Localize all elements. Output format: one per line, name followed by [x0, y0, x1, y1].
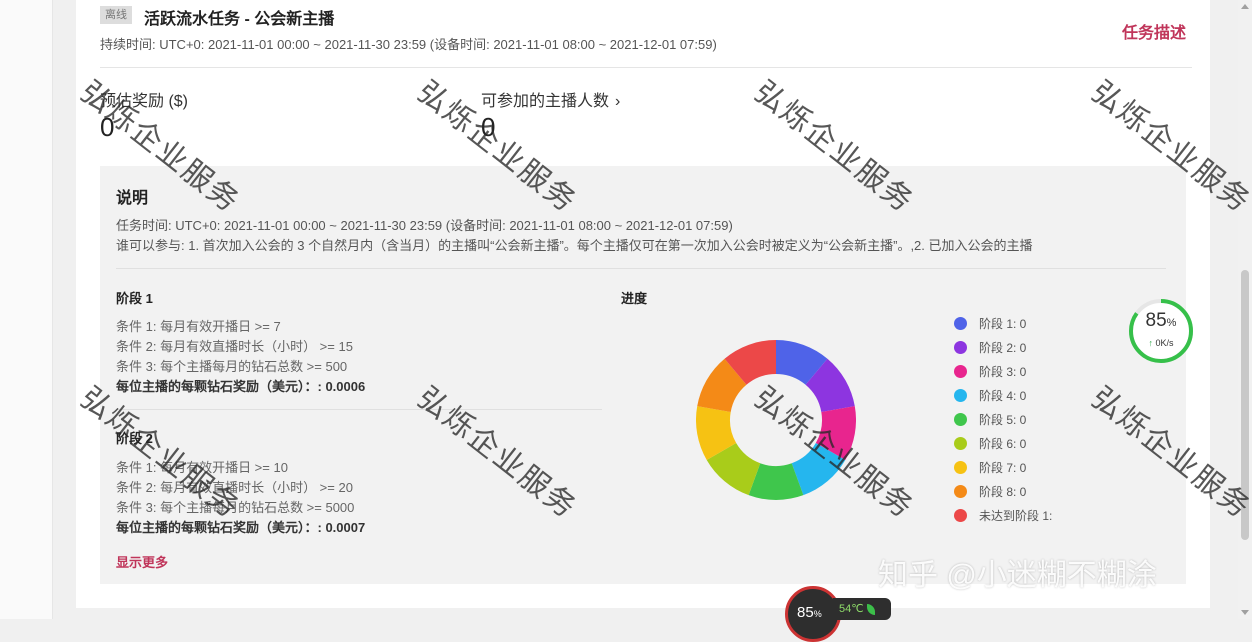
eligible-streamers-link[interactable]: 可参加的主播人数 › — [481, 87, 620, 111]
net-speed: ↑ 0K/s — [1148, 338, 1174, 348]
scroll-down-arrow-icon[interactable] — [1241, 610, 1249, 615]
legend-dot-icon — [954, 460, 967, 474]
stage-2-condition-2: 条件 2: 每月有效直播时长（小时） >= 20 — [116, 480, 353, 495]
legend-label: 阶段 7: 0 — [979, 460, 1027, 475]
task-title: 活跃流水任务 - 公会新主播 — [144, 11, 335, 28]
cpu-percent: 85% — [797, 604, 822, 621]
progress-donut-svg — [696, 340, 856, 500]
left-side-strip — [0, 0, 53, 619]
legend-label: 阶段 2: 0 — [979, 340, 1027, 355]
vertical-scrollbar[interactable] — [1238, 0, 1252, 619]
stage-1-title: 阶段 1 — [116, 291, 153, 306]
who-can-join-line: 谁可以参与: 1. 首次加入公会的 3 个自然月内（含当月）的主播叫“公会新主播… — [116, 238, 1033, 253]
scroll-thumb[interactable] — [1241, 270, 1249, 540]
legend-item: 阶段 5: 0 — [954, 411, 1026, 427]
legend-item: 阶段 2: 0 — [954, 339, 1026, 355]
stage-2-condition-1: 条件 1: 每月有效开播日 >= 10 — [116, 460, 288, 475]
legend-dot-icon — [954, 364, 967, 378]
panel-divider — [116, 268, 1166, 269]
legend-item: 阶段 7: 0 — [954, 459, 1026, 475]
progress-donut-chart — [696, 340, 856, 500]
eligible-streamers-value: 0 — [481, 112, 496, 142]
chevron-right-icon: › — [615, 93, 621, 110]
task-description-link[interactable]: 任务描述 — [1122, 19, 1186, 43]
legend-dot-icon — [954, 316, 967, 330]
legend-label: 未达到阶段 1: — [979, 508, 1053, 523]
show-more-link[interactable]: 显示更多 — [116, 552, 168, 571]
legend-label: 阶段 1: 0 — [979, 316, 1027, 331]
stage-2-reward: 每位主播的每颗钻石奖励（美元）：: 0.0007 — [116, 520, 366, 535]
header-divider — [100, 67, 1192, 68]
task-duration: 持续时间: UTC+0: 2021-11-01 00:00 ~ 2021-11-… — [100, 37, 717, 52]
speed-percent: 85% — [1145, 310, 1177, 331]
cpu-monitor-widget[interactable]: 85% 54℃ — [785, 586, 905, 642]
network-speed-widget[interactable]: 85% ↑ 0K/s — [1128, 298, 1194, 364]
cpu-temperature: 54℃ — [833, 598, 891, 620]
stage-1-condition-2: 条件 2: 每月有效直播时长（小时） >= 15 — [116, 339, 353, 354]
scroll-up-arrow-icon[interactable] — [1241, 4, 1249, 9]
estimated-reward-value: 0 — [100, 112, 115, 142]
legend-item: 阶段 3: 0 — [954, 363, 1026, 379]
legend-item: 阶段 1: 0 — [954, 315, 1026, 331]
legend-label: 阶段 8: 0 — [979, 484, 1027, 499]
legend-label: 阶段 6: 0 — [979, 436, 1027, 451]
legend-item: 阶段 6: 0 — [954, 435, 1026, 451]
legend-dot-icon — [954, 484, 967, 498]
legend-label: 阶段 3: 0 — [979, 364, 1027, 379]
stage-divider — [116, 409, 602, 410]
stage-2-title: 阶段 2 — [116, 431, 153, 446]
stage-1-reward: 每位主播的每颗钻石奖励（美元）：: 0.0006 — [116, 379, 366, 394]
legend-item: 阶段 8: 0 — [954, 483, 1026, 499]
status-badge: 离线 — [100, 6, 132, 24]
task-time-line: 任务时间: UTC+0: 2021-11-01 00:00 ~ 2021-11-… — [116, 218, 733, 233]
legend-dot-icon — [954, 436, 967, 450]
legend-label: 阶段 5: 0 — [979, 412, 1027, 427]
eligible-streamers-label: 可参加的主播人数 — [481, 93, 610, 110]
legend-label: 阶段 4: 0 — [979, 388, 1027, 403]
estimated-reward-label: 预估奖励 ($) — [100, 93, 189, 110]
stage-2-condition-3: 条件 3: 每个主播每月的钻石总数 >= 5000 — [116, 500, 355, 515]
legend-dot-icon — [954, 340, 967, 354]
explanation-title: 说明 — [116, 190, 149, 207]
legend-dot-icon — [954, 412, 967, 426]
legend-dot-icon — [954, 388, 967, 402]
leaf-icon — [866, 603, 875, 615]
legend-item: 阶段 4: 0 — [954, 387, 1026, 403]
arrow-up-icon: ↑ — [1148, 338, 1153, 348]
progress-title: 进度 — [621, 291, 648, 306]
stage-1-condition-3: 条件 3: 每个主播每月的钻石总数 >= 500 — [116, 359, 348, 374]
stage-1-condition-1: 条件 1: 每月有效开播日 >= 7 — [116, 319, 281, 334]
legend-item: 未达到阶段 1: — [954, 507, 1052, 523]
legend-dot-icon — [954, 508, 967, 522]
